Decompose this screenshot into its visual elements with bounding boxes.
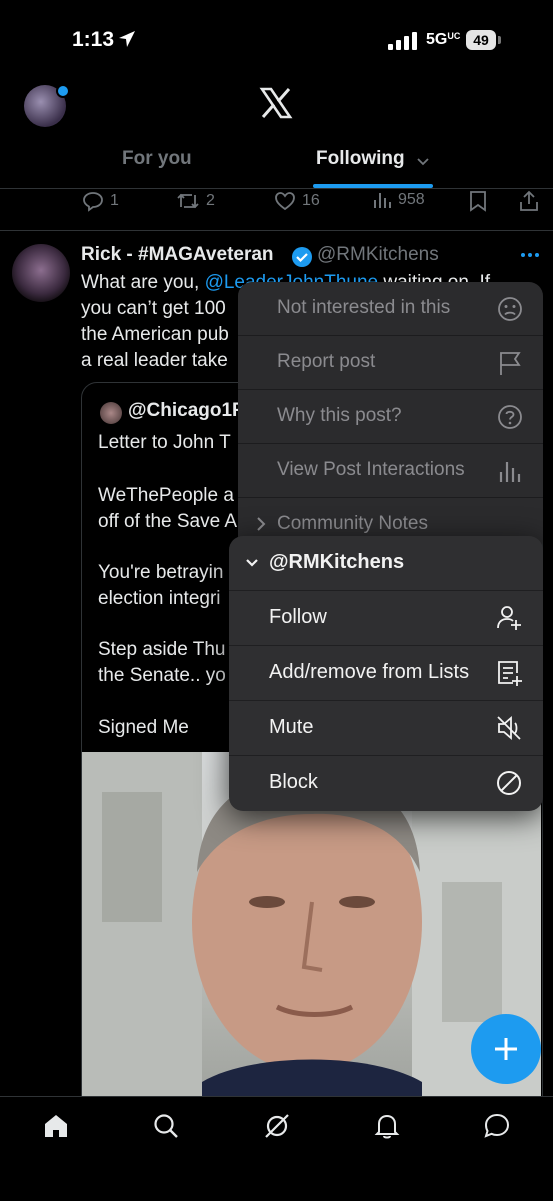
bookmark-button[interactable] [468, 190, 488, 212]
network-type: 5GUC [426, 31, 461, 48]
repost-icon [177, 193, 199, 209]
submenu-header[interactable]: @RMKitchens [229, 536, 543, 591]
messages-icon[interactable] [483, 1112, 511, 1140]
menu-item-report-post[interactable]: Report post [238, 336, 543, 390]
post-divider [0, 230, 553, 231]
quoted-author-handle: @Chicago1F [128, 400, 244, 421]
grok-icon[interactable] [263, 1112, 291, 1140]
bar-chart-icon [497, 458, 523, 484]
battery-icon: 49 [466, 30, 502, 50]
post-options-menu: Not interested in this Report post Why t… [238, 282, 543, 554]
question-circle-icon [497, 404, 523, 430]
reply-button[interactable]: 1 [82, 190, 119, 212]
quote-text-line: off of the Save A [98, 511, 238, 532]
menu-item-not-interested[interactable]: Not interested in this [238, 282, 543, 336]
share-icon [520, 190, 538, 211]
block-icon [495, 769, 523, 797]
bookmark-icon [470, 191, 486, 212]
more-options-icon[interactable] [520, 252, 540, 258]
menu-item-view-post-interactions[interactable]: View Post Interactions [238, 444, 543, 498]
views-button[interactable]: 958 [372, 190, 425, 210]
header-divider [0, 188, 553, 189]
quote-text-line: election integri [98, 588, 221, 609]
verified-badge-icon [291, 246, 313, 268]
quote-text-line: the Senate.. yo [98, 665, 226, 686]
person-add-icon [495, 604, 523, 632]
chevron-right-icon [256, 516, 266, 532]
notification-dot [56, 84, 70, 98]
menu-item-why-this-post[interactable]: Why this post? [238, 390, 543, 444]
quote-text-line: WeThePeople a [98, 485, 234, 506]
like-button[interactable]: 16 [274, 190, 320, 212]
flag-icon [497, 350, 523, 376]
user-options-submenu: @RMKitchens Follow Add/remove from Lists… [229, 536, 543, 811]
chevron-down-icon [245, 558, 259, 568]
submenu-item-lists[interactable]: Add/remove from Lists [229, 646, 543, 701]
author-avatar[interactable] [12, 244, 70, 302]
home-icon[interactable] [42, 1112, 70, 1140]
speaker-mute-icon [495, 714, 523, 742]
compose-post-button[interactable] [471, 1014, 541, 1084]
battery-level: 49 [466, 30, 496, 50]
list-add-icon [495, 659, 523, 687]
plus-icon [495, 1038, 517, 1060]
cellular-signal-icon [388, 32, 418, 50]
views-icon [374, 193, 391, 208]
x-logo-icon [259, 86, 293, 120]
quote-text-line: You're betrayin [98, 562, 224, 583]
submenu-item-follow[interactable]: Follow [229, 591, 543, 646]
bell-icon[interactable] [373, 1112, 401, 1140]
quoted-author-avatar [100, 402, 122, 424]
share-button[interactable] [518, 190, 540, 212]
tab-following[interactable]: Following [316, 148, 405, 170]
frown-face-icon [497, 296, 523, 322]
submenu-title: @RMKitchens [269, 551, 405, 573]
repost-button[interactable]: 2 [176, 190, 215, 212]
quote-text-line: Step aside Thu [98, 639, 226, 660]
submenu-item-block[interactable]: Block [229, 756, 543, 810]
quote-text-line: Signed Me [98, 717, 189, 738]
author-name[interactable]: Rick - #MAGAveteran [81, 244, 274, 266]
status-time: 1:13 [72, 28, 115, 51]
location-arrow-icon [118, 30, 136, 48]
chevron-down-icon[interactable] [416, 157, 430, 167]
reply-icon [83, 192, 103, 212]
author-handle[interactable]: @RMKitchens [317, 244, 439, 266]
submenu-item-mute[interactable]: Mute [229, 701, 543, 756]
search-icon[interactable] [152, 1112, 180, 1140]
tab-for-you[interactable]: For you [122, 148, 192, 170]
heart-icon [275, 192, 295, 211]
quote-text-line: Letter to John T [98, 432, 231, 453]
